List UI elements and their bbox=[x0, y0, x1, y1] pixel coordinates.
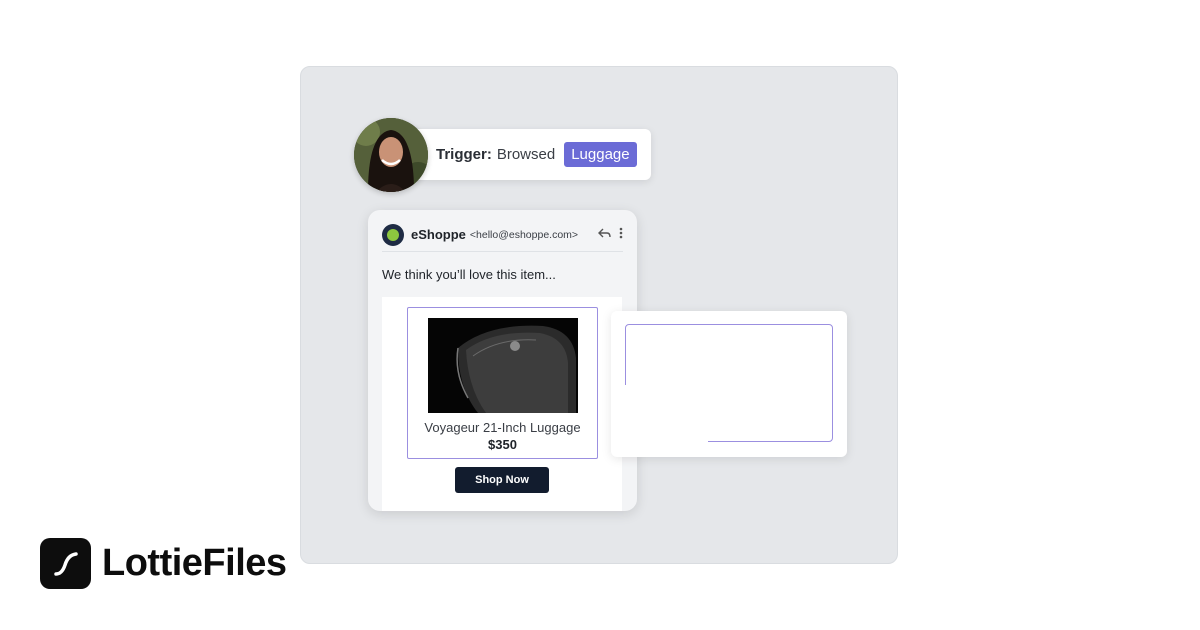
product-image bbox=[428, 318, 578, 413]
more-options-icon[interactable] bbox=[619, 227, 623, 242]
reply-icon[interactable] bbox=[598, 227, 611, 242]
email-body: Voyageur 21-Inch Luggage $350 Shop Now bbox=[382, 297, 622, 511]
brand-logo-icon bbox=[382, 223, 404, 246]
empty-card bbox=[611, 311, 847, 457]
lottiefiles-mark-icon bbox=[40, 538, 91, 589]
canvas: Trigger: Browsed Luggage eShoppe <hello@… bbox=[0, 0, 1200, 630]
product-card[interactable]: Voyageur 21-Inch Luggage $350 bbox=[407, 307, 598, 459]
trigger-action: Browsed bbox=[496, 146, 556, 163]
email-card: eShoppe <hello@eshoppe.com> We think you… bbox=[368, 210, 637, 511]
email-header: eShoppe <hello@eshoppe.com> bbox=[382, 222, 623, 252]
email-greeting: We think you’ll love this item... bbox=[382, 267, 556, 282]
empty-card-frame bbox=[624, 324, 833, 445]
product-price: $350 bbox=[488, 437, 517, 452]
trigger-tag[interactable]: Luggage bbox=[564, 142, 637, 167]
sender-name: eShoppe bbox=[411, 227, 466, 242]
trigger-label: Trigger: bbox=[436, 146, 492, 163]
sender-email: <hello@eshoppe.com> bbox=[469, 228, 579, 241]
brand-name: LottieFiles bbox=[102, 542, 287, 584]
avatar-photo bbox=[354, 118, 428, 192]
avatar bbox=[354, 118, 428, 192]
trigger-pill: Trigger: Browsed Luggage bbox=[400, 129, 651, 180]
product-name: Voyageur 21-Inch Luggage bbox=[424, 420, 581, 435]
lottiefiles-logo: LottieFiles bbox=[40, 538, 287, 589]
shop-now-button[interactable]: Shop Now bbox=[455, 467, 549, 493]
